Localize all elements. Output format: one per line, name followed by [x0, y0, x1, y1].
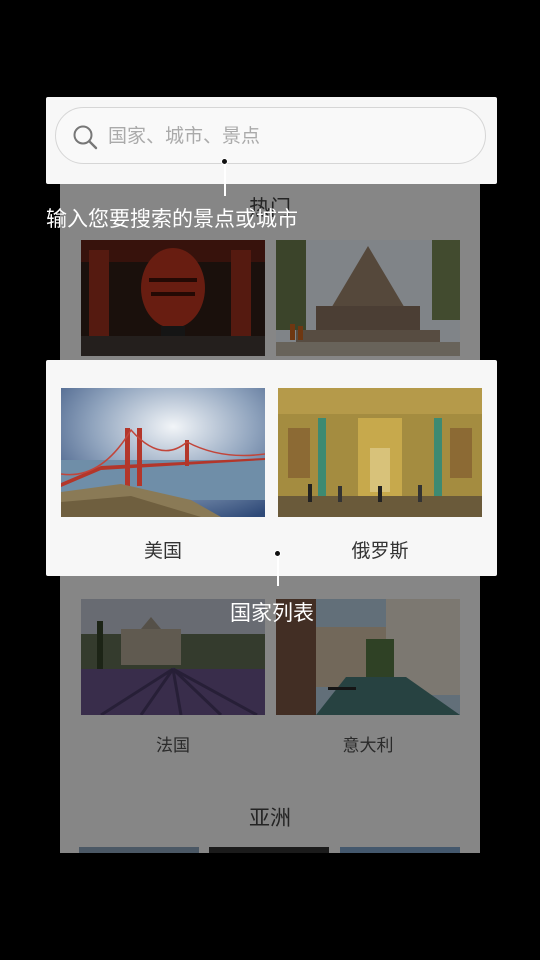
country-label-france: 法国 [156, 736, 190, 756]
country-guide-line [277, 556, 279, 586]
onboarding-guide-screen: 热门 法国 意大利 亚洲 国家、城市、景点 输入您要搜索的景点或城市 美国 俄罗… [0, 0, 540, 960]
hot-tile-thailand[interactable] [276, 240, 460, 356]
search-icon [73, 125, 98, 150]
cathedral-interior-image [278, 388, 482, 517]
ancient-temple-image [276, 240, 460, 356]
golden-gate-bridge-image [61, 388, 265, 517]
hot-tile-japan[interactable] [81, 240, 265, 356]
asia-tile-peek [340, 847, 460, 853]
asia-tile-peek [79, 847, 199, 853]
country-guide-dot [274, 550, 281, 557]
search-highlight-card [46, 97, 497, 184]
search-guide-dot [221, 158, 228, 165]
search-input[interactable] [108, 122, 468, 150]
country-tile-usa[interactable] [61, 388, 265, 517]
country-guide-text: 国家列表 [230, 601, 314, 625]
asia-section-title: 亚洲 [249, 806, 291, 830]
country-label-usa: 美国 [143, 540, 182, 562]
search-guide-line [224, 162, 226, 196]
search-guide-text: 输入您要搜索的景点或城市 [46, 207, 298, 231]
country-list-highlight-card: 美国 俄罗斯 [46, 360, 497, 576]
search-bar[interactable] [55, 107, 486, 164]
country-tile-russia[interactable] [278, 388, 482, 517]
asia-tile-peek [209, 847, 329, 853]
country-label-italy: 意大利 [342, 736, 394, 756]
country-label-russia: 俄罗斯 [351, 540, 409, 562]
temple-lantern-image [81, 240, 265, 356]
